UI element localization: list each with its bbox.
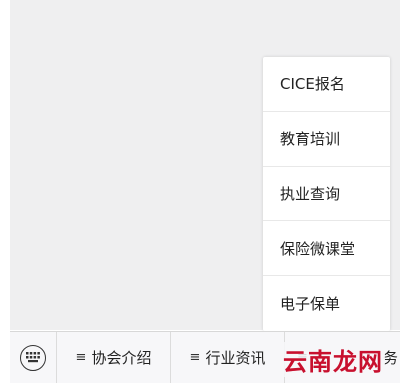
menu-item-education-training[interactable]: 教育培训	[263, 112, 390, 167]
menu-item-e-policy[interactable]: 电子保单	[263, 276, 390, 331]
submenu-popup: CICE报名 教育培训 执业查询 保险微课堂 电子保单	[263, 57, 390, 331]
tab-label: 务	[382, 349, 398, 367]
menu-item-license-query[interactable]: 执业查询	[263, 167, 390, 222]
menu-item-label: 电子保单	[280, 295, 341, 314]
menu-item-label: 保险微课堂	[280, 239, 356, 258]
watermark: 云南龙网	[281, 342, 385, 377]
tab-association-intro[interactable]: ≡ 协会介绍	[57, 332, 171, 383]
keyboard-toggle-button[interactable]	[10, 332, 57, 383]
tab-industry-news[interactable]: ≡ 行业资讯	[171, 332, 285, 383]
menu-lines-icon: ≡	[75, 350, 87, 365]
menu-item-label: CICE报名	[280, 75, 345, 94]
menu-lines-icon: ≡	[189, 350, 201, 365]
keyboard-icon	[20, 344, 46, 371]
menu-item-label: 执业查询	[280, 184, 341, 203]
tab-label: 协会介绍	[91, 349, 152, 367]
menu-item-cice-signup[interactable]: CICE报名	[263, 57, 390, 112]
menu-item-label: 教育培训	[280, 130, 341, 149]
tab-label: 行业资讯	[205, 349, 266, 367]
menu-item-insurance-class[interactable]: 保险微课堂	[263, 221, 390, 277]
